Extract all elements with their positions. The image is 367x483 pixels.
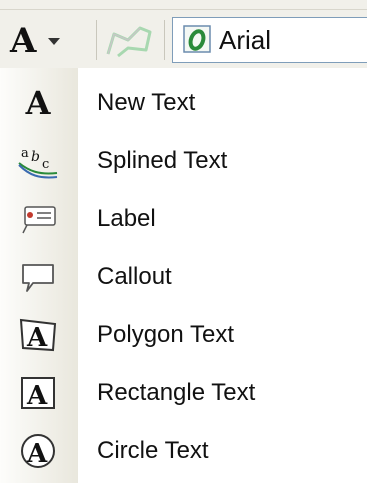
- menu-item-label: Callout: [97, 263, 172, 290]
- svg-text:A: A: [26, 323, 48, 353]
- text-tool-dropdown-button[interactable]: A: [4, 16, 96, 66]
- polygon-text-icon: A: [10, 310, 66, 360]
- menu-item-label: Rectangle Text: [97, 379, 256, 406]
- callout-icon: [10, 252, 66, 302]
- text-A-icon: A: [10, 21, 37, 61]
- font-name-value: Arial: [219, 24, 272, 55]
- text-tool-menu: A New Text a b c Splined Text Label Call…: [0, 68, 367, 483]
- toolbar-separator: [164, 20, 165, 60]
- font-name-combobox[interactable]: Arial: [172, 17, 367, 63]
- menu-item-callout[interactable]: Callout: [0, 248, 367, 306]
- menu-item-label: Circle Text: [97, 437, 209, 464]
- menu-item-splined-text[interactable]: a b c Splined Text: [0, 132, 367, 190]
- toolbar-separator: [96, 20, 97, 60]
- circle-text-icon: A: [10, 426, 66, 476]
- edit-vertices-button[interactable]: [98, 18, 158, 62]
- opentype-font-icon: [183, 25, 211, 53]
- svg-text:A: A: [26, 381, 48, 411]
- new-text-icon: A: [25, 84, 51, 122]
- edit-vertices-icon: [106, 26, 152, 58]
- svg-text:b: b: [31, 149, 40, 165]
- toolbar: A Arial: [0, 0, 367, 68]
- menu-item-circle-text[interactable]: A Circle Text: [0, 422, 367, 480]
- menu-item-label: Polygon Text: [97, 321, 234, 348]
- rectangle-text-icon: A: [10, 368, 66, 418]
- menu-item-label-tool[interactable]: Label: [0, 190, 367, 248]
- svg-text:A: A: [26, 439, 48, 469]
- svg-text:a: a: [21, 146, 29, 161]
- dropdown-arrow-icon[interactable]: [48, 37, 61, 45]
- menu-item-polygon-text[interactable]: A Polygon Text: [0, 306, 367, 364]
- menu-item-label: Splined Text: [97, 147, 228, 174]
- menu-item-label: Label: [97, 205, 156, 232]
- splined-text-icon: a b c: [10, 136, 66, 186]
- menu-item-label: New Text: [97, 89, 196, 116]
- label-icon: [10, 194, 66, 244]
- svg-text:c: c: [42, 157, 49, 172]
- toolbar-top-divider: [0, 9, 367, 10]
- menu-item-rectangle-text[interactable]: A Rectangle Text: [0, 364, 367, 422]
- menu-item-new-text[interactable]: A New Text: [0, 74, 367, 132]
